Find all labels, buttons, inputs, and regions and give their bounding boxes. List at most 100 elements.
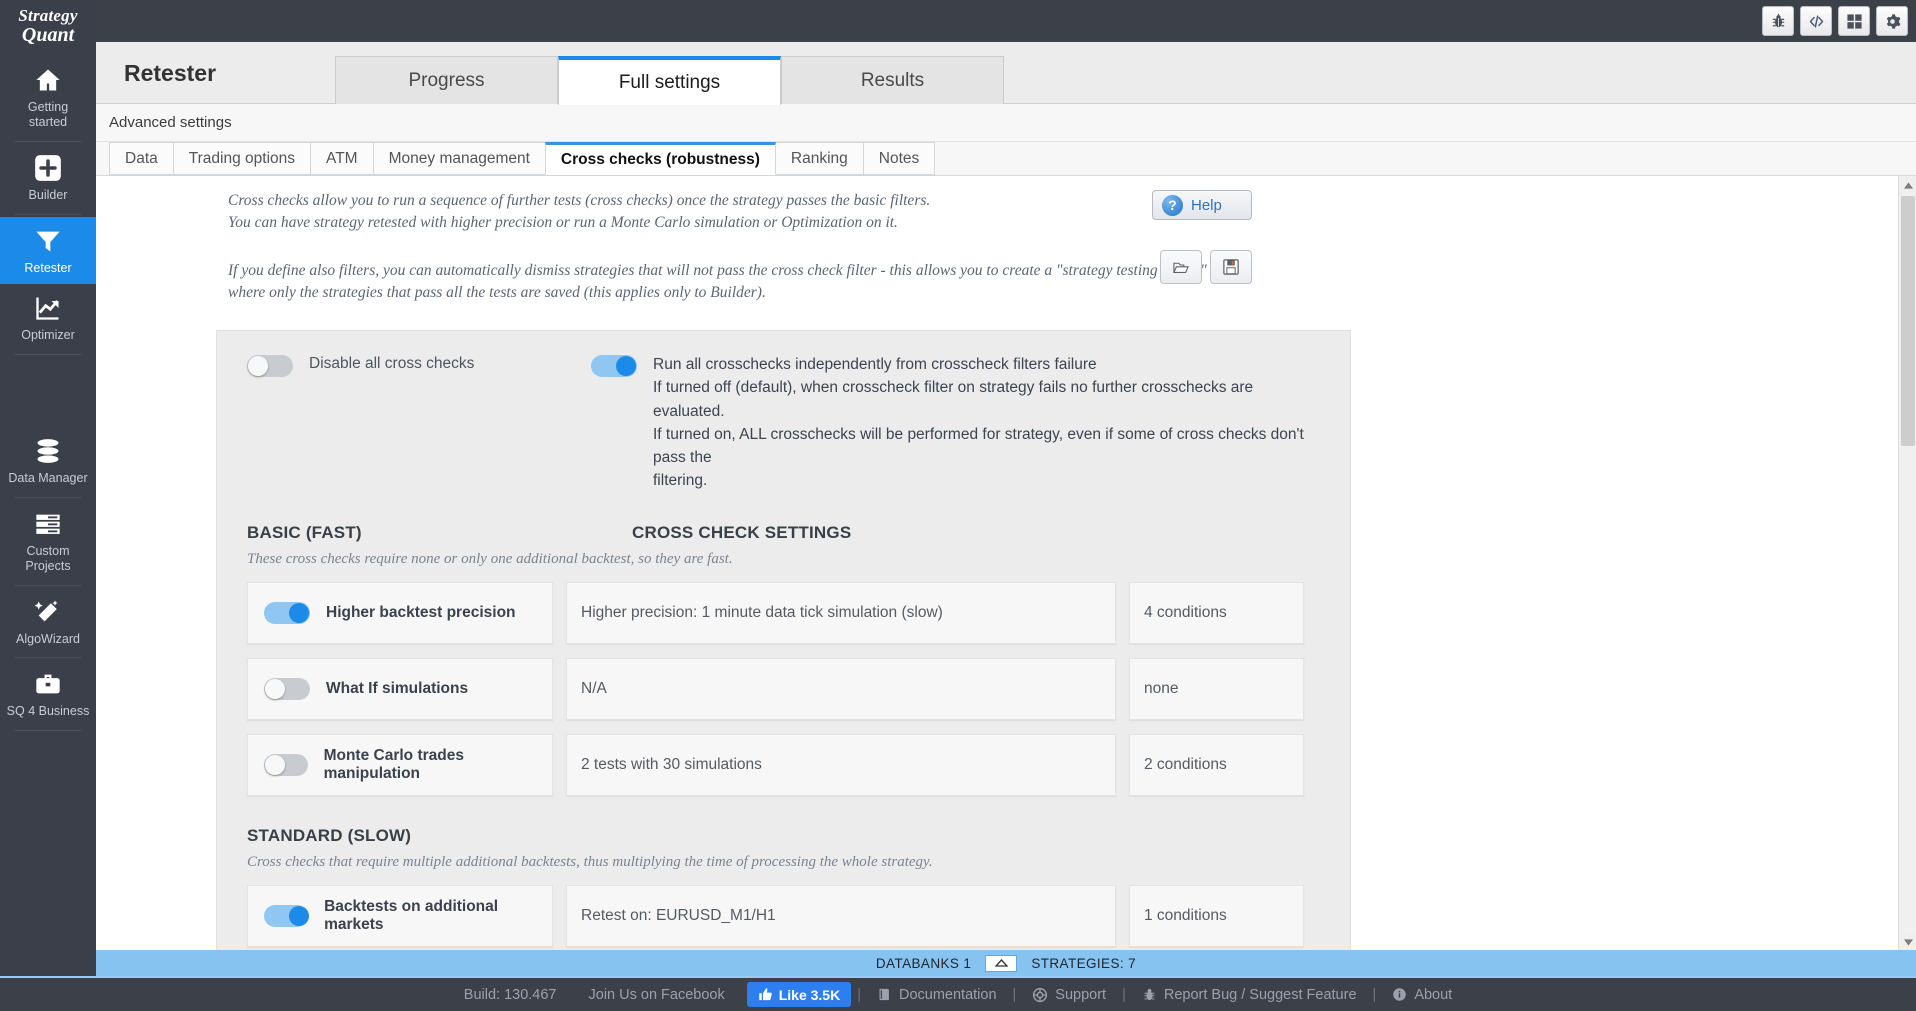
cross-check-settings-cell[interactable]: Higher precision: 1 minute data tick sim… [566, 581, 1116, 644]
floppy-save-icon[interactable] [1210, 250, 1252, 284]
sidebar-item-builder[interactable]: Builder [0, 144, 96, 212]
open-folder-icon[interactable] [1160, 250, 1202, 284]
sidebar-item-label: Data Manager [8, 470, 88, 485]
tab-label: Results [860, 69, 925, 91]
scroll-up-arrow[interactable] [1899, 176, 1916, 194]
cross-check-conditions-text: 1 conditions [1144, 906, 1227, 924]
cross-check-settings-text: Retest on: EURUSD_M1/H1 [581, 906, 776, 924]
page-title: Retester [124, 60, 217, 86]
run-all-label: Run all crosschecks independently from c… [653, 356, 1097, 373]
cross-check-settings-cell[interactable]: 2 tests with 30 simulations [566, 733, 1116, 796]
subtab-label: Data [125, 149, 158, 167]
subtab-notes[interactable]: Notes [862, 142, 936, 175]
disable-all-cross-checks-toggle[interactable] [247, 355, 293, 377]
sidebar-item-custom-projects[interactable]: Custom Projects [0, 500, 96, 583]
documentation-link[interactable]: Documentation [861, 987, 1013, 1003]
report-bug-link[interactable]: Report Bug / Suggest Feature [1126, 987, 1373, 1003]
cross-check-settings-cell[interactable]: N/A [566, 657, 1116, 720]
databanks-collapse-button[interactable] [985, 954, 1018, 972]
list-icon [0, 510, 96, 538]
sidebar-item-label: Getting started [27, 99, 69, 130]
advanced-settings-label: Advanced settings [96, 104, 1916, 142]
subtab-ranking[interactable]: Ranking [774, 142, 864, 175]
module-header: Retester Progress Full settings Results [96, 42, 1916, 105]
plus-icon [0, 154, 96, 182]
sidebar-item-optimizer[interactable]: Optimizer [0, 284, 96, 352]
cross-check-conditions-text: 2 conditions [1144, 755, 1227, 773]
sidebar-item-sq4business[interactable]: SQ 4 Business [0, 660, 96, 728]
gear-icon[interactable] [1876, 6, 1908, 36]
subtab-label: Cross checks (robustness) [560, 150, 760, 168]
divider [15, 657, 81, 659]
subtab-cross-checks[interactable]: Cross checks (robustness) [544, 142, 776, 175]
higher-backtest-precision-toggle[interactable] [264, 601, 310, 624]
facebook-link[interactable]: Join Us on Facebook [573, 987, 741, 1003]
vertical-scrollbar[interactable] [1898, 176, 1916, 950]
cross-check-settings-text: N/A [581, 679, 607, 697]
top-tool-buttons [1762, 6, 1908, 36]
support-link[interactable]: Support [1016, 987, 1122, 1003]
app-logo: Strategy Quant [0, 0, 96, 56]
help-button[interactable]: ? Help [1152, 190, 1252, 220]
subtab-atm[interactable]: ATM [310, 142, 374, 175]
report-bug-label: Report Bug / Suggest Feature [1163, 986, 1357, 1003]
cross-check-conditions-cell[interactable]: 1 conditions [1129, 884, 1304, 947]
cross-check-name-cell[interactable]: Backtests on additional markets [247, 884, 553, 947]
subtab-money-management[interactable]: Money management [372, 142, 546, 175]
bug-icon[interactable] [1762, 6, 1794, 36]
sidebar-item-algowizard[interactable]: AlgoWizard [0, 588, 96, 656]
disable-all-cross-checks-label: Disable all cross checks [309, 355, 475, 372]
cross-check-name-cell[interactable]: Monte Carlo trades manipulation [247, 733, 553, 796]
settings-io-buttons [1160, 250, 1252, 284]
cross-check-conditions-cell[interactable]: 2 conditions [1129, 733, 1304, 796]
home-icon [0, 66, 96, 94]
cross-check-settings-cell[interactable]: Retest on: EURUSD_M1/H1 [566, 884, 1116, 947]
sidebar-item-data-manager[interactable]: Data Manager [0, 427, 96, 495]
about-link[interactable]: About [1376, 987, 1468, 1003]
cross-check-conditions-text: 4 conditions [1144, 603, 1227, 621]
code-icon[interactable] [1800, 6, 1832, 36]
cross-check-name-cell[interactable]: What If simulations [247, 657, 553, 720]
subtab-trading-options[interactable]: Trading options [172, 142, 312, 175]
sidebar-item-label: Custom Projects [25, 543, 71, 574]
sidebar-item-label: Retester [24, 260, 72, 275]
cross-check-name: Monte Carlo trades manipulation [323, 746, 464, 782]
cross-check-conditions-cell[interactable]: none [1129, 657, 1304, 720]
cross-check-conditions-cell[interactable]: 4 conditions [1129, 581, 1304, 644]
sidebar-item-label: Builder [28, 188, 68, 203]
tab-full-settings[interactable]: Full settings [558, 56, 781, 105]
tab-label: Progress [408, 69, 485, 91]
section-subtitle-standard: Cross checks that require multiple addit… [247, 853, 933, 870]
monte-carlo-trades-manipulation-toggle[interactable] [264, 753, 308, 776]
global-toggle-row: Disable all cross checks Run all crossch… [217, 353, 1350, 493]
sidebar-item-retester[interactable]: Retester [0, 216, 96, 285]
scroll-down-arrow[interactable] [1899, 933, 1916, 950]
run-all-switch-wrap [591, 353, 653, 382]
cross-checks-card: Disable all cross checks Run all crossch… [216, 330, 1351, 950]
divider [15, 213, 81, 215]
cross-check-name-cell[interactable]: Higher backtest precision [247, 581, 553, 644]
lifebuoy-icon [1033, 987, 1048, 1002]
facebook-like-button[interactable]: Like 3.5K [746, 982, 852, 1007]
grid-icon[interactable] [1838, 6, 1870, 36]
divider [15, 141, 81, 143]
toggle-knob [289, 602, 309, 623]
settings-content: Cross checks allow you to run a sequence… [96, 175, 1916, 950]
tab-results[interactable]: Results [781, 56, 1004, 104]
what-if-simulations-toggle[interactable] [264, 677, 310, 700]
documentation-label: Documentation [898, 986, 997, 1003]
subtab-data[interactable]: Data [109, 142, 174, 175]
backtests-on-additional-markets-toggle[interactable] [264, 904, 309, 927]
divider [15, 730, 81, 732]
run-all-crosschecks-toggle[interactable] [591, 355, 637, 377]
logo-line-2: Quant [21, 23, 75, 46]
cross-check-name: Backtests on additional markets [324, 897, 499, 933]
divider [15, 353, 81, 355]
tab-progress[interactable]: Progress [335, 56, 558, 104]
sidebar-item-getting-started[interactable]: Getting started [0, 56, 96, 139]
column-header-cross-check-settings: CROSS CHECK SETTINGS [632, 522, 852, 542]
section-standard-header: STANDARD (SLOW) [217, 796, 1350, 846]
thumbs-up-icon [758, 988, 772, 1001]
scrollbar-thumb[interactable] [1901, 196, 1915, 446]
disable-all-switch-wrap [247, 353, 309, 382]
